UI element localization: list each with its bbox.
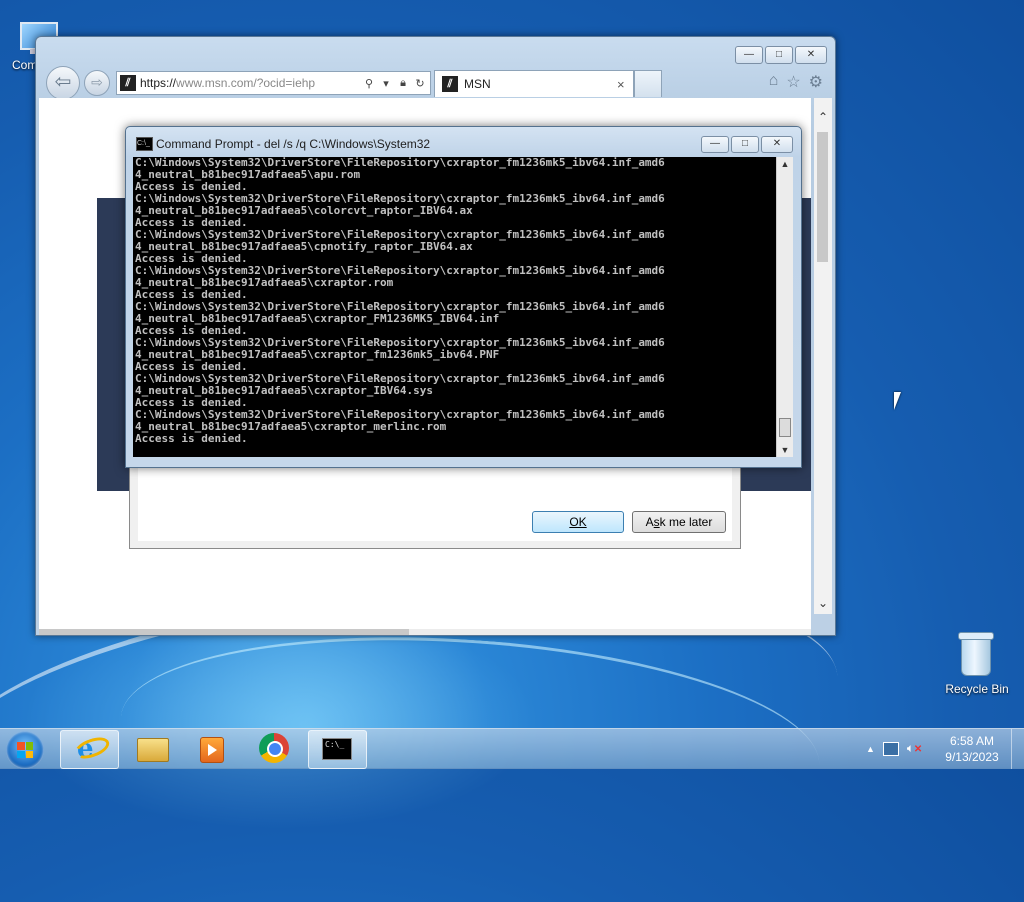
folder-icon: [137, 738, 169, 762]
clock-time: 6:58 AM: [949, 734, 995, 748]
scrollbar-thumb[interactable]: [779, 418, 791, 437]
scroll-down-icon[interactable]: ▼: [777, 445, 793, 455]
console-text: C:\Windows\System32\DriverStore\FileRepo…: [135, 157, 665, 445]
close-button[interactable]: ✕: [795, 46, 827, 64]
media-player-icon: [200, 737, 224, 763]
system-tray: ▲ 🔈︎ ✕: [866, 741, 922, 756]
forward-button[interactable]: ⇨: [84, 70, 110, 96]
clock-date: 9/13/2023: [945, 750, 999, 764]
ok-button[interactable]: OK: [532, 511, 624, 533]
page-vertical-scrollbar[interactable]: ⌃ ⌄: [814, 98, 832, 614]
page-dialog: OK Ask me later: [129, 462, 741, 549]
new-tab-button[interactable]: [634, 70, 662, 97]
taskbar: e C:\_ ▲ 🔈︎ ✕ 6:58 AM 9/13/2023: [0, 728, 1024, 769]
gear-icon[interactable]: ⚙: [809, 72, 823, 92]
start-button[interactable]: [6, 731, 44, 769]
taskbar-internet-explorer[interactable]: e: [60, 730, 119, 769]
network-icon[interactable]: [882, 741, 899, 756]
taskbar-command-prompt[interactable]: C:\_: [308, 730, 367, 769]
window-controls: — □ ✕: [701, 136, 793, 153]
taskbar-media-player[interactable]: [183, 730, 240, 767]
command-prompt-window: C:\_ Command Prompt - del /s /q C:\Windo…: [125, 126, 802, 468]
address-bar[interactable]: ⫽ https://www.msn.com/?ocid=iehp ⚲ ▾ 🔒︎ …: [116, 71, 431, 95]
scrollbar-thumb[interactable]: [39, 629, 409, 635]
scroll-up-icon[interactable]: ⌃: [816, 110, 830, 124]
mouse-cursor-icon: [894, 392, 908, 410]
windows-logo-icon: [17, 742, 33, 758]
dialog-body: OK Ask me later: [138, 463, 732, 541]
page-horizontal-scrollbar[interactable]: [39, 629, 811, 635]
desktop-icon-recycle-bin[interactable]: Recycle Bin: [940, 628, 1014, 700]
maximize-button[interactable]: □: [731, 136, 759, 153]
speaker-muted-icon[interactable]: 🔈︎ ✕: [907, 741, 922, 756]
desktop-icon-label: Com: [12, 58, 38, 72]
scroll-down-icon[interactable]: ⌄: [816, 596, 830, 610]
window-title: Command Prompt - del /s /q C:\Windows\Sy…: [156, 137, 431, 151]
forward-arrow-icon: ⇨: [91, 74, 103, 90]
search-icon[interactable]: ⚲: [362, 77, 376, 90]
console-output[interactable]: C:\Windows\System32\DriverStore\FileRepo…: [133, 157, 776, 457]
home-icon[interactable]: ⌂: [769, 72, 779, 92]
browser-toolbar-icons: ⌂ ☆ ⚙: [769, 72, 823, 92]
minimize-button[interactable]: —: [735, 46, 763, 64]
command-prompt-icon: C:\_: [322, 738, 352, 760]
close-button[interactable]: ✕: [761, 136, 793, 153]
tab-close-icon[interactable]: ×: [617, 77, 633, 92]
msn-favicon-icon: ⫽: [120, 75, 136, 91]
recycle-bin-icon: [957, 632, 994, 676]
lock-icon[interactable]: 🔒︎: [396, 77, 410, 90]
back-button[interactable]: ⇦: [46, 66, 80, 100]
taskbar-file-explorer[interactable]: [123, 730, 180, 767]
tab-title: MSN: [464, 77, 491, 91]
command-prompt-icon: C:\_: [136, 137, 153, 151]
show-desktop-button[interactable]: [1011, 729, 1024, 769]
console-scrollbar[interactable]: ▲ ▼: [776, 157, 793, 457]
scroll-up-icon[interactable]: ▲: [777, 159, 793, 169]
refresh-icon[interactable]: ↻: [413, 77, 427, 90]
chrome-icon: [259, 733, 289, 763]
taskbar-chrome[interactable]: [246, 730, 303, 767]
window-controls: — □ ✕: [735, 46, 827, 64]
star-icon[interactable]: ☆: [786, 72, 800, 92]
back-arrow-icon: ⇦: [54, 71, 72, 93]
show-hidden-icons-icon[interactable]: ▲: [866, 744, 875, 754]
address-url[interactable]: https://www.msn.com/?ocid=iehp: [140, 76, 362, 90]
minimize-button[interactable]: —: [701, 136, 729, 153]
maximize-button[interactable]: □: [765, 46, 793, 64]
dropdown-icon[interactable]: ▾: [379, 77, 393, 90]
tab-msn[interactable]: ⫽ MSN ×: [434, 70, 634, 97]
desktop-icon-label: Recycle Bin: [945, 682, 1009, 696]
msn-favicon-icon: ⫽: [442, 76, 458, 92]
clock[interactable]: 6:58 AM 9/13/2023: [940, 733, 1004, 765]
ask-me-later-button[interactable]: Ask me later: [632, 511, 726, 533]
scrollbar-thumb[interactable]: [817, 132, 828, 262]
